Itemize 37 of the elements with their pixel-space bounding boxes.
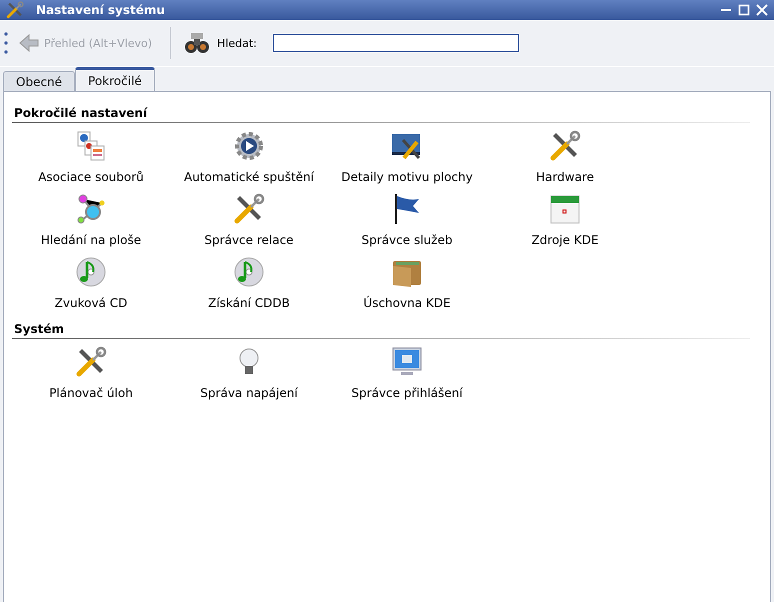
close-icon[interactable] [756,4,768,16]
module-label[interactable]: Asociace souborů [38,170,144,184]
gear-icon [233,130,265,162]
nodes-icon [75,193,107,225]
module-label[interactable]: Zdroje KDE [531,233,599,247]
music-disc-icon [75,256,107,288]
grip-icon[interactable] [4,30,8,56]
module-label[interactable]: Správa napájení [200,386,298,400]
module-label[interactable]: Úschovna KDE [363,296,451,310]
module-label[interactable]: Detaily motivu plochy [341,170,473,184]
module-label[interactable]: Zvuková CD [54,296,128,310]
module-label[interactable]: Plánovač úloh [49,386,133,400]
module-label[interactable]: Automatické spuštění [184,170,314,184]
tools-icon [549,130,581,162]
section-heading: Pokročilé nastavení [13,106,148,120]
tools-icon [75,346,107,378]
module-label[interactable]: Správce přihlášení [351,386,463,400]
tools-icon [233,193,265,225]
documents-icon [75,130,107,162]
module-label[interactable]: Získání CDDB [208,296,290,310]
binoculars-icon [185,32,210,54]
tools-icon [6,1,24,19]
section-heading: Systém [13,322,65,336]
window-title: Nastavení systému [36,3,166,17]
module-label[interactable]: Správce relace [204,233,294,247]
module-label[interactable]: Hledání na ploše [40,233,142,247]
music-disc-icon [233,256,265,288]
tab[interactable]: Pokročilé [75,67,155,91]
search-field[interactable] [272,34,519,52]
module-label[interactable]: Hardware [536,170,594,184]
back-arrow-icon [18,32,40,54]
maximize-icon[interactable] [738,4,750,16]
tab[interactable]: Obecné [3,71,76,91]
calendar-icon [549,193,581,225]
monitor-icon [391,346,423,378]
search-label: Hledat: [217,36,257,50]
module-label[interactable]: Správce služeb [362,233,452,247]
